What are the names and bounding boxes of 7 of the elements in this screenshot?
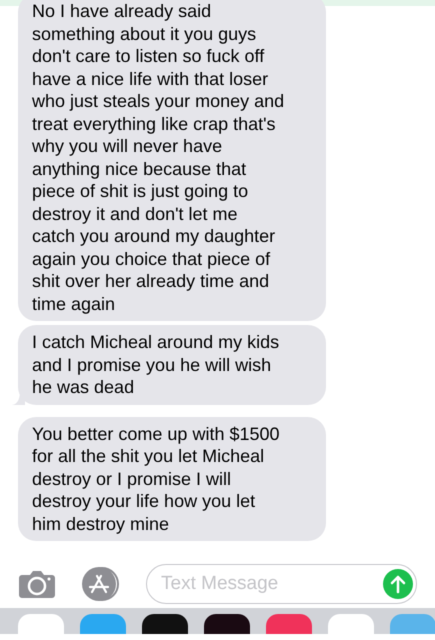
message-field[interactable]: Text Message [146,564,417,604]
camera-icon[interactable] [18,569,56,599]
send-icon[interactable] [383,569,413,599]
message-bubble: No I have already said something about it you guys don't care to listen so fuck off have a nice life with that loser who just steals your money and treat everything like crap that's why you will never have anything nice because that piece of shit is just going to destroy it and don't let me catch you around my daughter again you choice that piece of shit over her already time and time again [18,0,326,321]
message-bubble: I catch Micheal around my kids and I promise you he will wish he was dead [18,325,326,404]
app-store-icon[interactable] [80,567,122,601]
message-bubble: You better come up with $1500 for all the shit you let Micheal destroy or I promise I will destroy your life how you let him destroy mine [18,416,326,541]
